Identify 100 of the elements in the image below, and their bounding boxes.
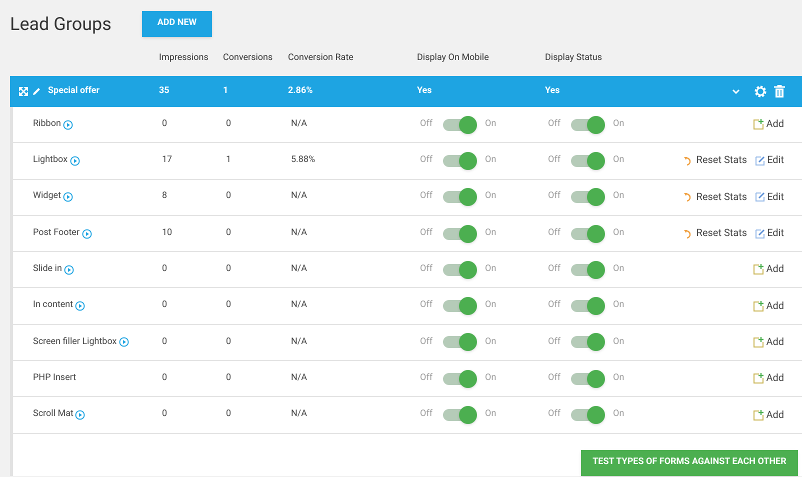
- column-header: Display Status: [545, 52, 604, 65]
- group-rate: 2.86%: [288, 84, 314, 98]
- on-label: On: [485, 190, 496, 204]
- form-type-name: Post Footer: [33, 226, 80, 240]
- pencil-icon[interactable]: [32, 87, 41, 96]
- off-label: Off: [420, 299, 434, 312]
- toggle-switch[interactable]: [571, 118, 603, 131]
- on-label: On: [613, 263, 624, 276]
- chevron-down-icon[interactable]: [732, 88, 740, 94]
- edit-button[interactable]: Edit: [755, 190, 784, 205]
- toggle-switch[interactable]: [443, 228, 475, 240]
- add-button[interactable]: Add: [753, 262, 784, 278]
- toggle-switch[interactable]: [443, 409, 475, 422]
- play-icon[interactable]: [64, 264, 74, 275]
- edit-button[interactable]: Edit: [755, 226, 784, 242]
- on-label: On: [485, 226, 496, 240]
- on-label: On: [613, 299, 624, 312]
- undo-icon: [683, 156, 694, 166]
- add-page-icon: [753, 300, 764, 312]
- off-label: Off: [420, 263, 434, 276]
- play-icon[interactable]: [70, 156, 80, 166]
- play-icon[interactable]: [63, 192, 74, 202]
- add-page-icon: [753, 119, 764, 130]
- off-label: Off: [548, 263, 562, 276]
- conversions-cell-text: 0: [226, 190, 232, 204]
- toggle-switch[interactable]: [443, 300, 475, 312]
- off-label: Off: [420, 226, 434, 240]
- add-button[interactable]: Add: [753, 371, 784, 386]
- on-label: On: [485, 263, 496, 276]
- add-page-icon: [753, 336, 764, 348]
- on-label: On: [485, 299, 496, 312]
- expand-icon[interactable]: [19, 87, 28, 96]
- toggle-switch[interactable]: [443, 154, 475, 167]
- toggle-switch[interactable]: [571, 300, 603, 312]
- reset-button[interactable]: Reset Stats: [683, 153, 748, 168]
- off-label: Off: [420, 336, 434, 349]
- add-button[interactable]: Add: [753, 298, 784, 314]
- toggle-switch[interactable]: [571, 191, 603, 204]
- group-name: Special offer: [48, 84, 100, 98]
- toggle-switch[interactable]: [571, 336, 603, 348]
- form-type-name: Screen filler Lightbox: [33, 336, 117, 349]
- on-label: On: [485, 408, 496, 422]
- edit-icon: [755, 156, 766, 166]
- form-type-name: Lightbox: [33, 154, 68, 168]
- on-label: On: [485, 372, 496, 385]
- play-icon[interactable]: [62, 120, 73, 130]
- toggle-switch[interactable]: [443, 191, 475, 204]
- off-label: Off: [548, 372, 562, 385]
- toggle-switch[interactable]: [443, 118, 475, 131]
- impressions-cell-text: 17: [162, 154, 174, 168]
- toggle-switch[interactable]: [571, 264, 603, 276]
- play-icon[interactable]: [118, 337, 129, 348]
- off-label: Off: [548, 118, 562, 131]
- conversions-cell-text: 0: [226, 263, 232, 276]
- add-button[interactable]: Add: [753, 117, 784, 132]
- column-header: Conversion Rate: [288, 52, 354, 65]
- toggle-switch[interactable]: [443, 336, 475, 348]
- toggle-switch[interactable]: [571, 409, 603, 422]
- page-title: Lead Groups: [10, 12, 112, 36]
- toggle-switch[interactable]: [571, 154, 603, 167]
- rate-cell-text: N/A: [291, 336, 308, 349]
- rate-cell-text: N/A: [291, 408, 308, 422]
- conversions-cell-text: 0: [226, 336, 232, 349]
- edit-icon: [755, 228, 766, 239]
- trash-icon[interactable]: [774, 85, 785, 98]
- rate-cell-text: N/A: [291, 190, 308, 204]
- add-button[interactable]: Add: [753, 334, 784, 350]
- reset-button[interactable]: Reset Stats: [683, 190, 748, 205]
- toggle-switch[interactable]: [571, 228, 603, 240]
- rate-cell-text: N/A: [291, 226, 308, 240]
- toggle-switch[interactable]: [571, 372, 603, 385]
- add-page-icon: [753, 410, 764, 421]
- impressions-cell-text: 10: [162, 226, 174, 240]
- impressions-cell-text: 8: [162, 190, 168, 204]
- column-header: Conversions: [223, 52, 274, 65]
- off-label: Off: [420, 154, 434, 168]
- rate-cell-text: N/A: [291, 263, 308, 276]
- conversions-cell-text: 0: [226, 408, 232, 422]
- rate-cell-text: N/A: [291, 372, 308, 385]
- column-header: Display On Mobile: [417, 52, 490, 65]
- add-page-icon: [753, 373, 764, 384]
- edit-button[interactable]: Edit: [755, 153, 784, 168]
- on-label: On: [613, 226, 624, 240]
- impressions-cell-text: 0: [162, 372, 168, 385]
- toggle-switch[interactable]: [443, 264, 475, 276]
- impressions-cell-text: 0: [162, 336, 168, 349]
- add-button[interactable]: Add: [753, 408, 784, 423]
- impressions-cell-text: 0: [162, 263, 168, 276]
- settings-icon[interactable]: [754, 85, 767, 98]
- toggle-switch[interactable]: [443, 372, 475, 385]
- play-icon[interactable]: [75, 301, 86, 312]
- play-icon[interactable]: [82, 228, 92, 239]
- off-label: Off: [548, 226, 562, 240]
- undo-icon: [683, 228, 694, 239]
- play-icon[interactable]: [75, 410, 86, 420]
- reset-button[interactable]: Reset Stats: [683, 226, 748, 242]
- form-type-name: In content: [33, 299, 74, 312]
- form-type-name: Ribbon: [33, 118, 61, 131]
- undo-icon: [683, 192, 694, 202]
- conversions-cell-text: 0: [226, 118, 232, 131]
